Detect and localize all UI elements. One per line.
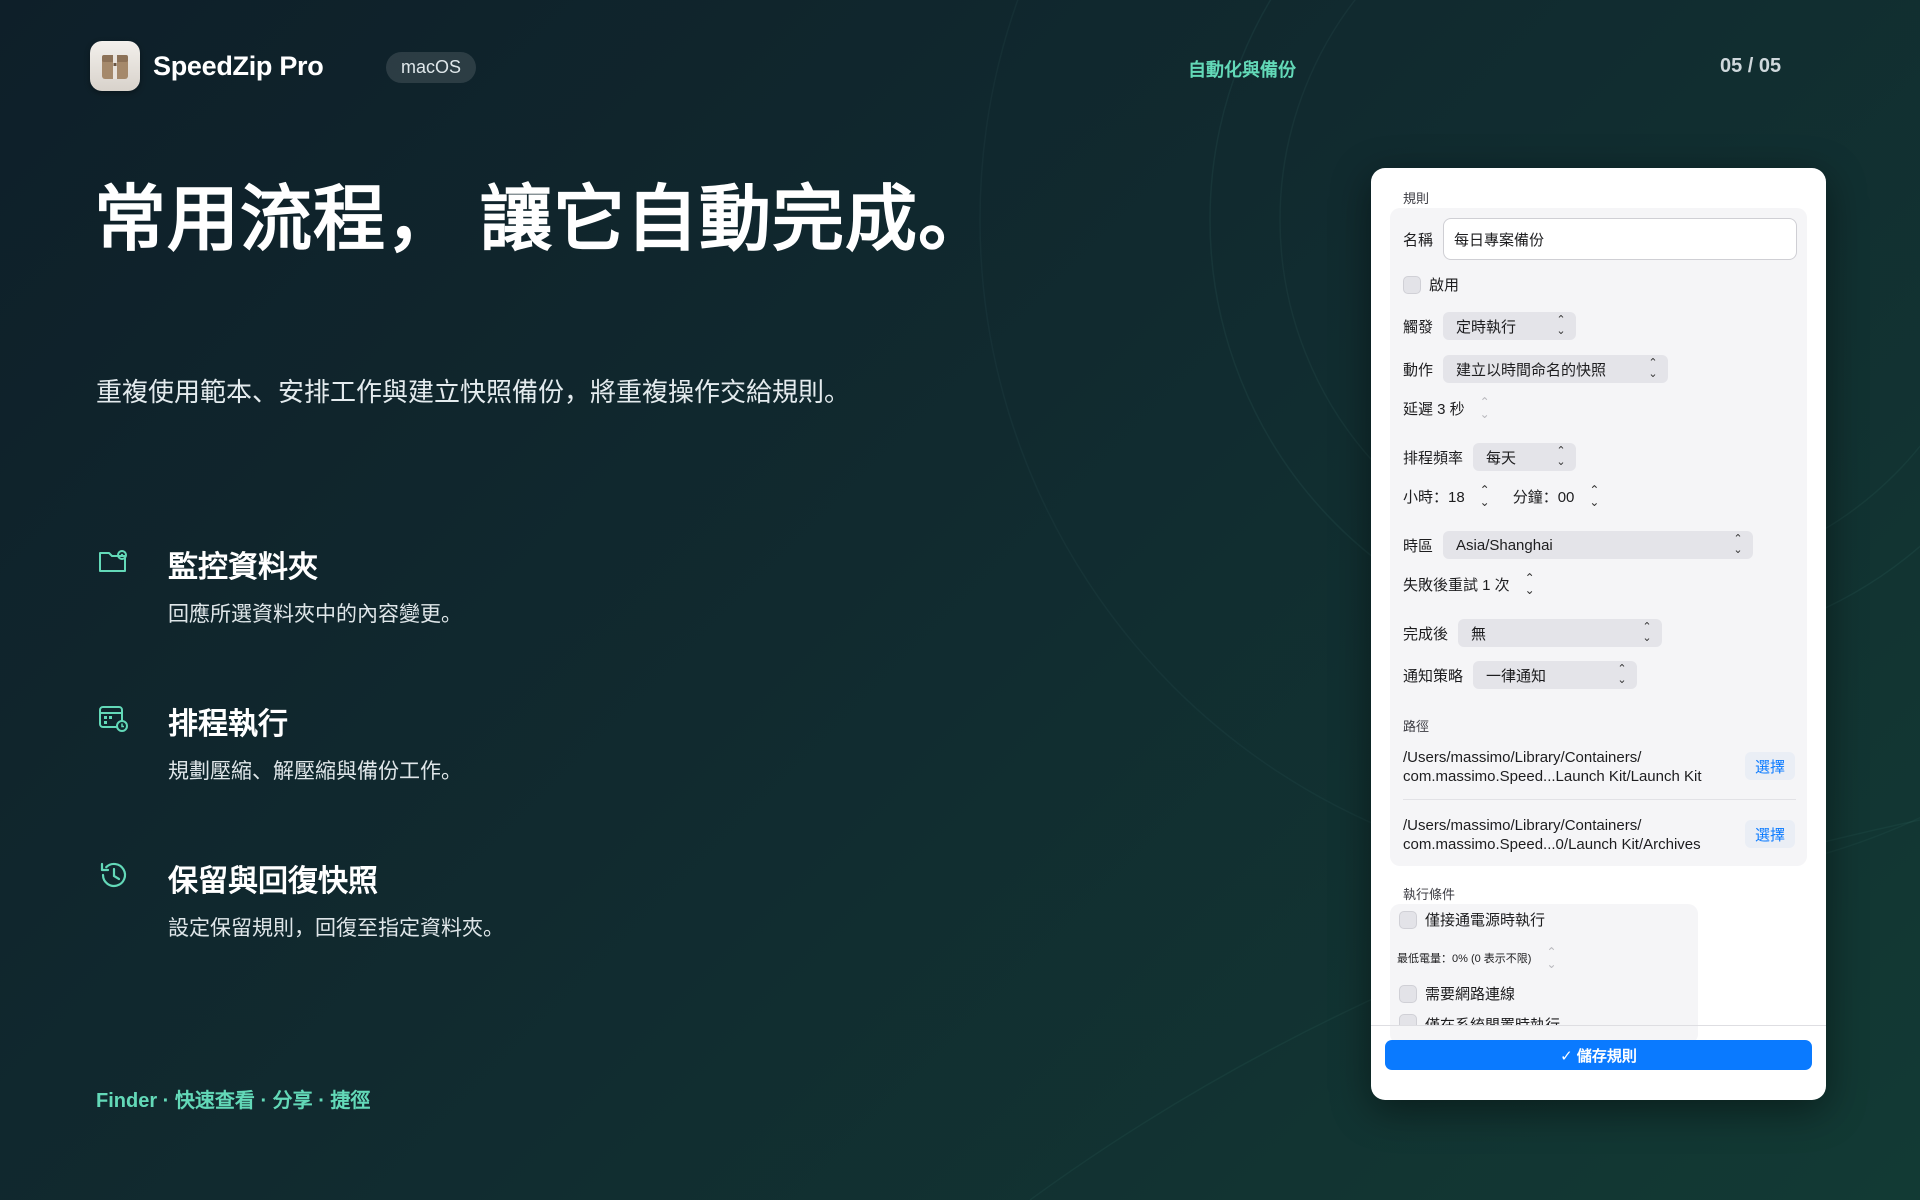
- frequency-row: 排程頻率 每天 ⌃ ⌄: [1403, 443, 1577, 471]
- hour-stepper[interactable]: ⌃ ⌄: [1475, 480, 1495, 512]
- trigger-row: 觸發 定時執行 ⌃ ⌄: [1403, 312, 1577, 340]
- retry-label: 失敗後重試 1 次: [1403, 576, 1510, 594]
- action-row: 動作 建立以時間命名的快照 ⌃ ⌄: [1403, 355, 1669, 383]
- battery-stepper[interactable]: ⌃ ⌄: [1541, 942, 1561, 974]
- calendar-clock-icon: [99, 706, 128, 732]
- action-value: 建立以時間命名的快照: [1456, 361, 1607, 379]
- delay-stepper[interactable]: ⌃ ⌄: [1475, 392, 1495, 424]
- battery-label: 最低電量：0% (0 表示不限): [1397, 953, 1532, 965]
- timezone-label: 時區: [1403, 537, 1434, 555]
- chevron-updown-icon: ⌃ ⌄: [1617, 663, 1627, 686]
- after-completion-select[interactable]: 無 ⌃ ⌄: [1458, 619, 1663, 647]
- path-group-title: 路徑: [1403, 719, 1430, 734]
- action-select[interactable]: 建立以時間命名的快照 ⌃ ⌄: [1443, 355, 1669, 383]
- delay-label: 延遲 3 秒: [1403, 400, 1465, 418]
- power-label: 僅接通電源時執行: [1425, 912, 1546, 929]
- rule-editor-panel: 規則 名稱 每日專案備份 啟用 觸發 定時執行 ⌃ ⌄ 動作 建立以時間命名的快照…: [1371, 168, 1826, 1100]
- folder-gear-icon: [99, 550, 127, 572]
- brand: SpeedZip Pro: [90, 41, 324, 91]
- footer-divider: [1371, 1025, 1826, 1026]
- idle-label: 僅在系統閒置時執行: [1425, 1014, 1560, 1025]
- delay-row: 延遲 3 秒 ⌃ ⌄: [1403, 392, 1495, 424]
- chevron-updown-icon: ⌃ ⌄: [1648, 357, 1658, 380]
- feature-title: 監控資料夾: [168, 551, 318, 584]
- battery-row: 最低電量：0% (0 表示不限) ⌃ ⌄: [1397, 942, 1561, 974]
- page-subline: 重複使用範本、安排工作與建立快照備份，將重複操作交給規則。: [96, 377, 851, 407]
- trigger-value: 定時執行: [1456, 318, 1517, 336]
- idle-row[interactable]: 僅在系統閒置時執行: [1399, 1014, 1560, 1025]
- power-row[interactable]: 僅接通電源時執行: [1399, 909, 1545, 930]
- minute-label: 分鐘：00: [1512, 488, 1575, 506]
- power-checkbox[interactable]: [1399, 910, 1417, 929]
- minute-stepper[interactable]: ⌃ ⌄: [1584, 480, 1604, 512]
- idle-checkbox[interactable]: [1399, 1014, 1417, 1025]
- enable-row[interactable]: 啟用: [1403, 274, 1459, 295]
- integrations-footer: Finder · 快速查看 · 分享 · 捷徑: [96, 1090, 371, 1112]
- page-headline: 常用流程， 讓它自動完成。: [94, 180, 992, 260]
- section-label: 自動化與備份: [1188, 60, 1296, 80]
- chevron-updown-icon: ⌃ ⌄: [1733, 533, 1743, 556]
- choose-destination-button[interactable]: 選擇: [1744, 820, 1795, 848]
- notify-value: 一律通知: [1486, 667, 1547, 685]
- conditions-group-title: 執行條件: [1403, 887, 1456, 902]
- rule-name-field[interactable]: 每日專案備份: [1443, 218, 1797, 260]
- timezone-value: Asia/Shanghai: [1456, 536, 1553, 554]
- frequency-label: 排程頻率: [1403, 449, 1464, 467]
- retry-row: 失敗後重試 1 次 ⌃ ⌄: [1403, 568, 1540, 600]
- enable-checkbox[interactable]: [1403, 275, 1421, 294]
- feature-title: 保留與回復快照: [168, 865, 378, 898]
- after-label: 完成後: [1403, 625, 1449, 643]
- save-rule-button[interactable]: ✓ 儲存規則: [1385, 1040, 1812, 1070]
- platform-badge: macOS: [386, 52, 477, 83]
- page-indicator: 05 / 05: [1720, 55, 1782, 77]
- feature-description: 規劃壓縮、解壓縮與備份工作。: [168, 760, 462, 783]
- trigger-select[interactable]: 定時執行 ⌃ ⌄: [1443, 312, 1577, 340]
- destination-path: /Users/massimo/Library/Containers/ com.m…: [1403, 817, 1701, 853]
- timezone-select[interactable]: Asia/Shanghai ⌃ ⌄: [1443, 531, 1754, 559]
- network-checkbox[interactable]: [1399, 984, 1417, 1003]
- source-path: /Users/massimo/Library/Containers/ com.m…: [1403, 749, 1702, 785]
- feature-description: 回應所選資料夾中的內容變更。: [168, 603, 462, 626]
- retry-stepper[interactable]: ⌃ ⌄: [1520, 568, 1540, 600]
- action-label: 動作: [1403, 361, 1434, 379]
- frequency-select[interactable]: 每天 ⌃ ⌄: [1473, 443, 1577, 471]
- feature-description: 設定保留規則，回復至指定資料夾。: [168, 917, 504, 940]
- hour-label: 小時：18: [1403, 488, 1465, 506]
- rule-group-title: 規則: [1403, 191, 1430, 206]
- notify-row: 通知策略 一律通知 ⌃ ⌄: [1403, 661, 1638, 689]
- chevron-updown-icon: ⌃ ⌄: [1556, 314, 1566, 337]
- notify-label: 通知策略: [1403, 667, 1464, 685]
- trigger-label: 觸發: [1403, 318, 1434, 336]
- network-label: 需要網路連線: [1425, 986, 1516, 1003]
- path-divider: [1403, 799, 1796, 800]
- choose-source-button[interactable]: 選擇: [1744, 752, 1795, 780]
- notify-select[interactable]: 一律通知 ⌃ ⌄: [1473, 661, 1638, 689]
- frequency-value: 每天: [1486, 449, 1517, 467]
- network-row[interactable]: 需要網路連線: [1399, 983, 1515, 1004]
- time-row: 小時：18 ⌃ ⌄ 分鐘：00 ⌃ ⌄: [1403, 480, 1604, 512]
- name-label: 名稱: [1403, 232, 1434, 249]
- after-value: 無: [1471, 625, 1487, 643]
- enable-label: 啟用: [1429, 277, 1460, 294]
- after-row: 完成後 無 ⌃ ⌄: [1403, 619, 1663, 647]
- chevron-updown-icon: ⌃ ⌄: [1642, 621, 1652, 644]
- speedzip-app-icon: [90, 41, 140, 91]
- history-icon: [100, 862, 127, 888]
- app-name: SpeedZip Pro: [153, 50, 324, 81]
- timezone-row: 時區 Asia/Shanghai ⌃ ⌄: [1403, 531, 1754, 559]
- chevron-updown-icon: ⌃ ⌄: [1556, 445, 1566, 468]
- feature-title: 排程執行: [168, 708, 288, 741]
